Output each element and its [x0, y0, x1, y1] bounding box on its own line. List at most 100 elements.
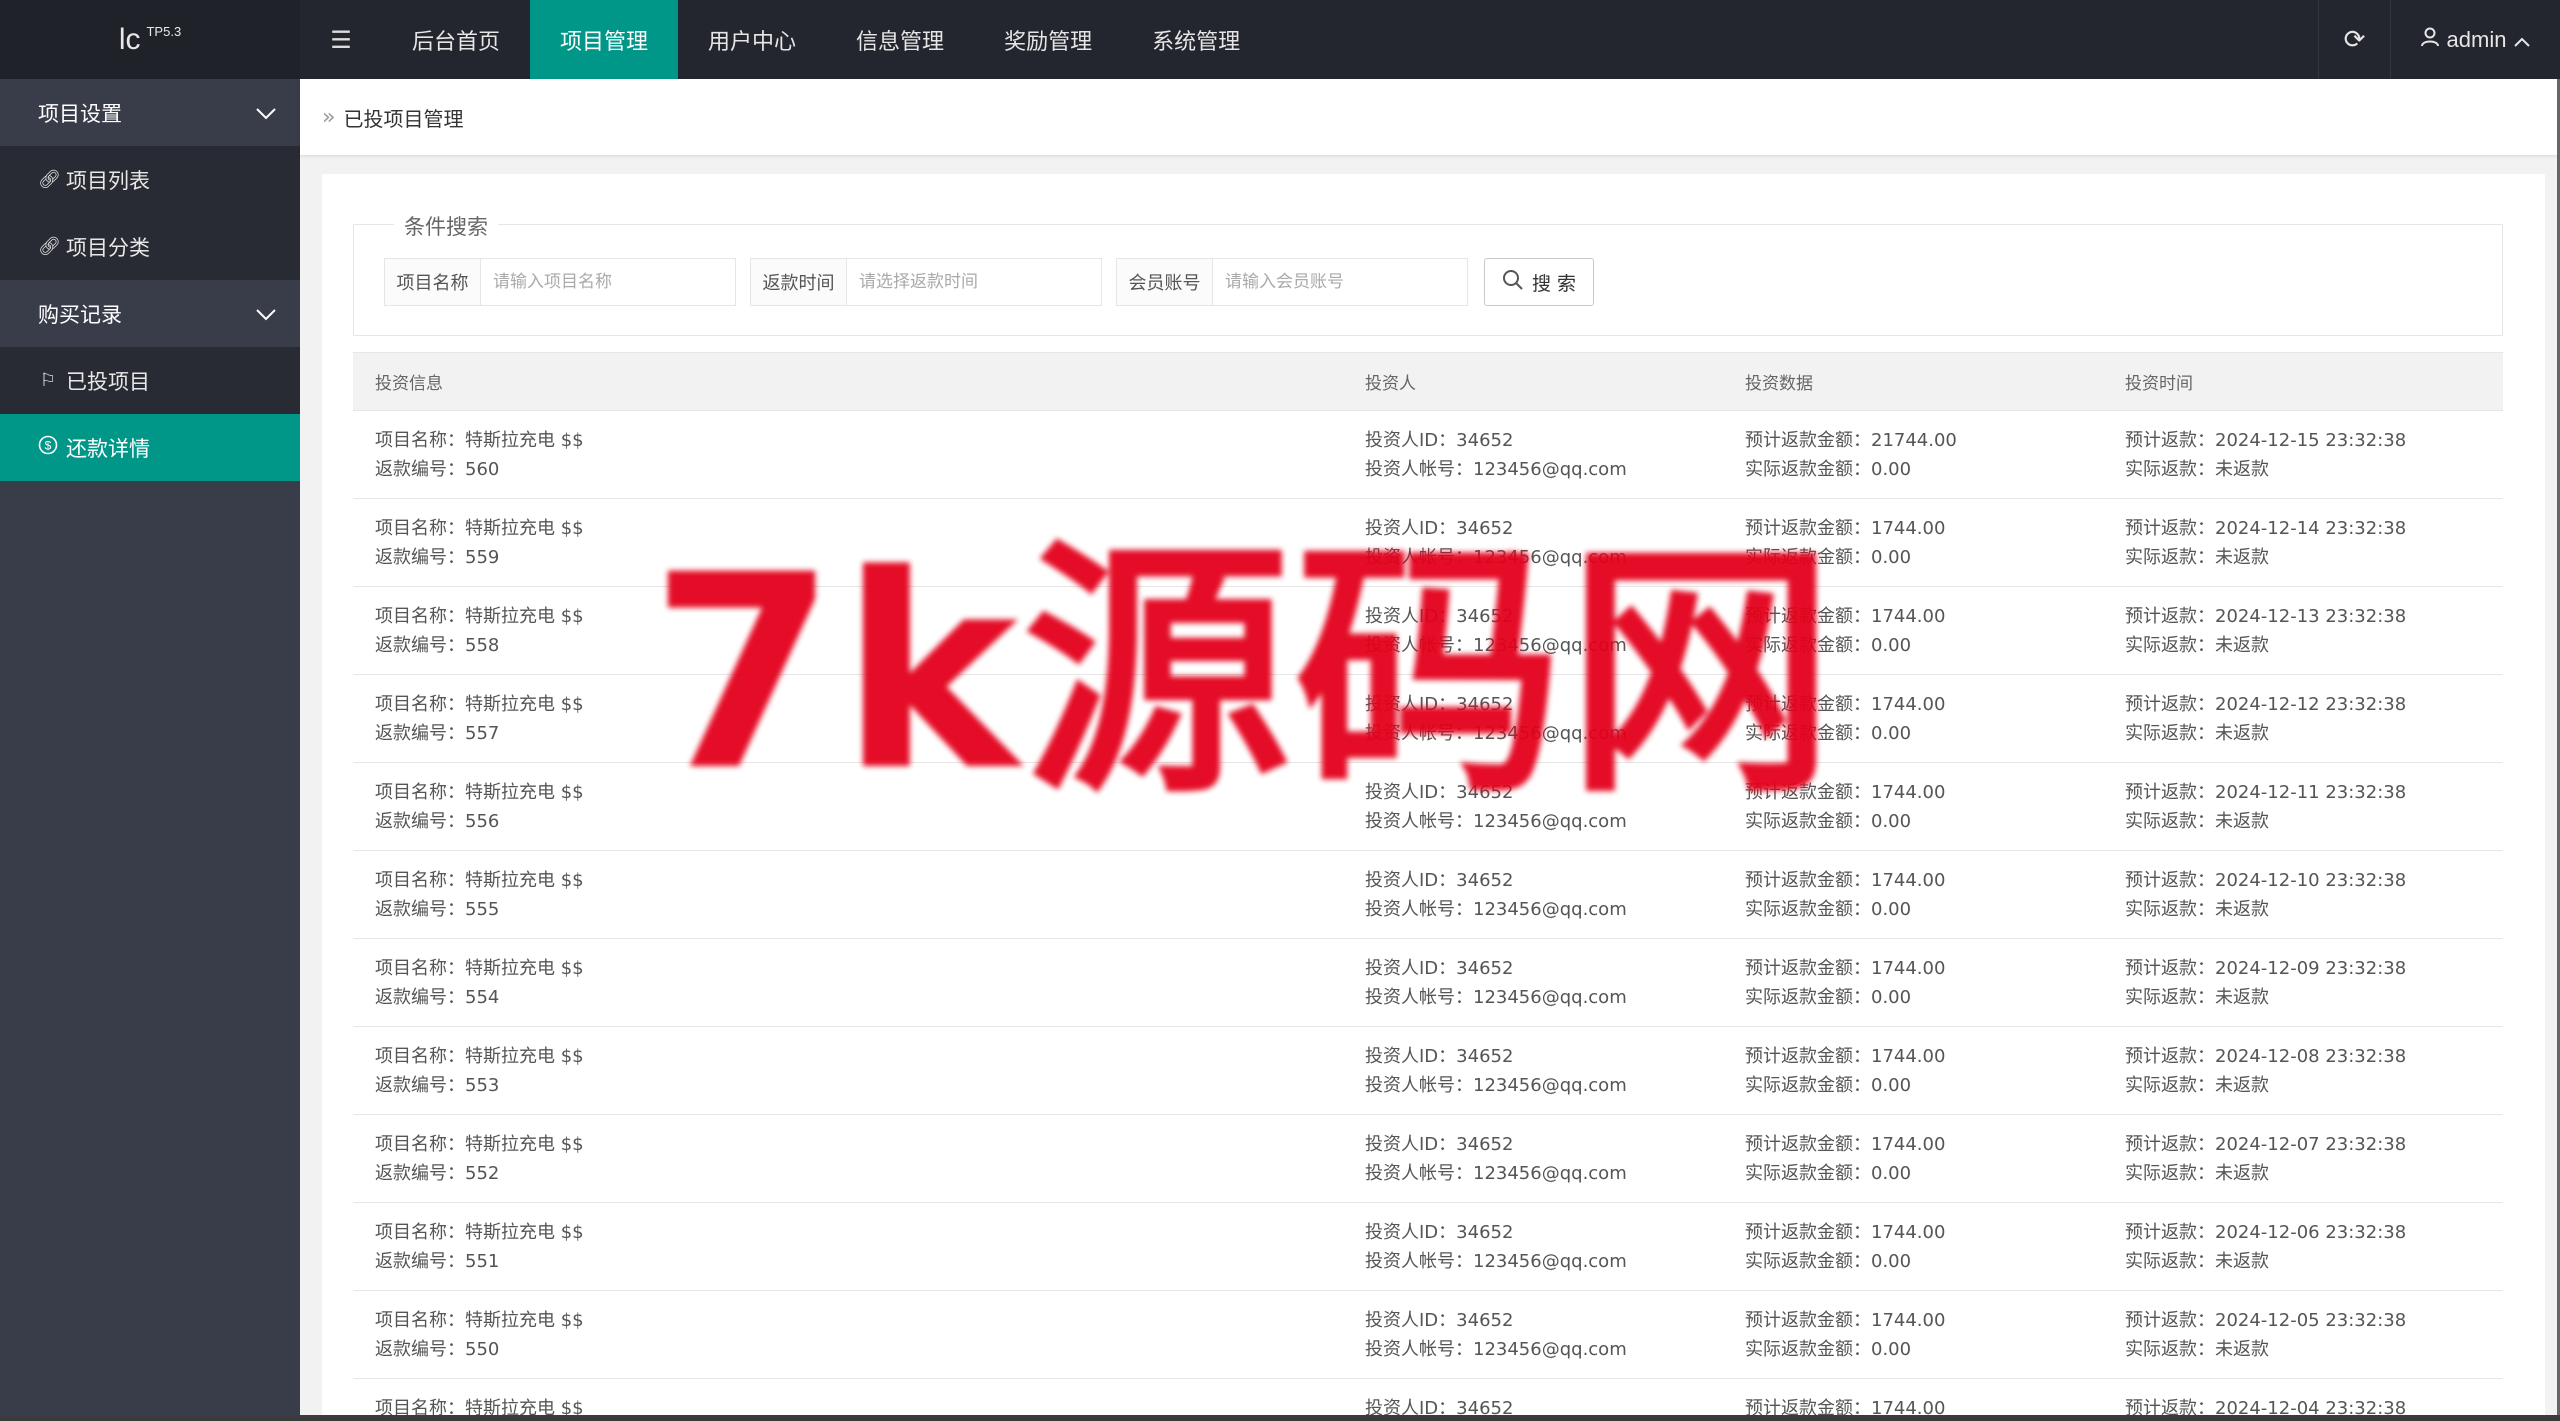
cell-text: 项目名称：特斯拉充电 $$ [375, 693, 584, 715]
user-menu[interactable]: admin [2390, 0, 2560, 79]
cell-text: 实际返款：未返款 [2125, 1338, 2269, 1360]
bottom-bar [0, 1415, 2560, 1421]
column-header: 投资时间 [2125, 374, 2193, 394]
cell-text: 预计返款金额：1744.00 [1745, 517, 1946, 539]
table-cell: 预计返款：2024-12-13 23:32:38 实际返款：未返款 [2125, 602, 2503, 660]
nav-item-rewards[interactable]: 奖励管理 [974, 0, 1122, 79]
field-label: 会员账号 [1117, 259, 1213, 305]
sidebar-item-project-list[interactable]: 🔗︎ 项目列表 [0, 146, 300, 213]
search-button[interactable]: 搜 索 [1484, 258, 1594, 306]
sidebar-group-purchase-records[interactable]: 购买记录 [0, 280, 300, 347]
member-account-input[interactable] [1213, 259, 1467, 305]
cell-text: 投资人ID：34652 [1365, 517, 1514, 539]
cell-text: 实际返款：未返款 [2125, 458, 2269, 480]
sidebar-item-repayment-details[interactable]: $ 还款详情 [0, 414, 300, 481]
logo[interactable]: lc TP5.3 [0, 0, 300, 79]
hamburger-icon[interactable]: ☰ [300, 0, 382, 79]
repay-time-field: 返款时间 [750, 258, 1102, 306]
nav-item-users[interactable]: 用户中心 [678, 0, 826, 79]
cell-text: 投资人ID：34652 [1365, 693, 1514, 715]
nav-item-home[interactable]: 后台首页 [382, 0, 530, 79]
cell-text: 实际返款：未返款 [2125, 898, 2269, 920]
cell-text: 实际返款金额：0.00 [1745, 1162, 1912, 1184]
table-cell: 预计返款：2024-12-15 23:32:38 实际返款：未返款 [2125, 426, 2503, 484]
cell-text: 实际返款：未返款 [2125, 810, 2269, 832]
nav-item-info[interactable]: 信息管理 [826, 0, 974, 79]
cell-text: 实际返款：未返款 [2125, 546, 2269, 568]
repay-time-input[interactable] [847, 259, 1101, 305]
cell-text: 投资人ID：34652 [1365, 957, 1514, 979]
cell-text: 预计返款：2024-12-10 23:32:38 [2125, 869, 2407, 891]
cell-text: 返款编号：555 [375, 898, 500, 920]
cell-text: 项目名称：特斯拉充电 $$ [375, 1309, 584, 1331]
cell-text: 投资人ID：34652 [1365, 781, 1514, 803]
cell-text: 投资人帐号：123456@qq.com [1365, 722, 1627, 744]
cell-text: 预计返款：2024-12-13 23:32:38 [2125, 605, 2407, 627]
project-name-input[interactable] [481, 259, 735, 305]
table-row: 项目名称：特斯拉充电 $$ 返款编号：554 投资人ID：34652 投资人帐号：12… [353, 939, 2503, 1027]
breadcrumb-current: 已投项目管理 [343, 106, 464, 131]
sidebar-item-invested-projects[interactable]: ⚐ 已投项目 [0, 347, 300, 414]
table-cell: 投资人ID：34652 投资人帐号：123456@qq.com [1365, 866, 1745, 924]
cell-text: 投资人帐号：123456@qq.com [1365, 810, 1627, 832]
table-header: 投资信息 投资人 投资数据 投资时间 [353, 353, 2503, 411]
table-cell: 投资人ID：34652 投资人帐号：123456@qq.com [1365, 778, 1745, 836]
table-cell: 项目名称：特斯拉充电 $$ 返款编号：551 [353, 1218, 1365, 1276]
field-label: 返款时间 [751, 259, 847, 305]
table-cell: 预计返款金额：1744.00 实际返款金额：0.00 [1745, 866, 2125, 924]
top-nav: 后台首页 项目管理 用户中心 信息管理 奖励管理 系统管理 [382, 0, 1270, 79]
cell-text: 投资人帐号：123456@qq.com [1365, 986, 1627, 1008]
sidebar-group-project-settings[interactable]: 项目设置 [0, 79, 300, 146]
cell-text: 投资人帐号：123456@qq.com [1365, 634, 1627, 656]
table-cell: 预计返款：2024-12-14 23:32:38 实际返款：未返款 [2125, 514, 2503, 572]
table-cell: 预计返款金额：1744.00 实际返款金额：0.00 [1745, 954, 2125, 1012]
table-cell: 投资人ID：34652 投资人帐号：123456@qq.com [1365, 602, 1745, 660]
link-icon: 🔗︎ [38, 169, 61, 190]
cell-text: 项目名称：特斯拉充电 $$ [375, 781, 584, 803]
cell-text: 预计返款：2024-12-05 23:32:38 [2125, 1309, 2407, 1331]
sidebar-item-label: 项目分类 [66, 235, 150, 260]
cell-text: 项目名称：特斯拉充电 $$ [375, 869, 584, 891]
table-row: 项目名称：特斯拉充电 $$ 返款编号：558 投资人ID：34652 投资人帐号：12… [353, 587, 2503, 675]
cell-text: 投资人帐号：123456@qq.com [1365, 1074, 1627, 1096]
column-header: 投资人 [1365, 374, 1416, 394]
table-cell: 投资人ID：34652 投资人帐号：123456@qq.com [1365, 1130, 1745, 1188]
sidebar-item-label: 还款详情 [66, 436, 150, 461]
table-cell: 投资人ID：34652 投资人帐号：123456@qq.com [1365, 954, 1745, 1012]
table-row: 项目名称：特斯拉充电 $$ 返款编号：556 投资人ID：34652 投资人帐号：12… [353, 763, 2503, 851]
table-cell: 预计返款金额：1744.00 实际返款金额：0.00 [1745, 1130, 2125, 1188]
cell-text: 实际返款：未返款 [2125, 1162, 2269, 1184]
cell-text: 投资人帐号：123456@qq.com [1365, 898, 1627, 920]
sidebar-item-project-category[interactable]: 🔗︎ 项目分类 [0, 213, 300, 280]
sidebar-item-label: 已投项目 [66, 369, 150, 394]
cell-text: 预计返款：2024-12-15 23:32:38 [2125, 429, 2407, 451]
cell-text: 实际返款：未返款 [2125, 634, 2269, 656]
table-cell: 项目名称：特斯拉充电 $$ 返款编号：559 [353, 514, 1365, 572]
cell-text: 投资人帐号：123456@qq.com [1365, 1250, 1627, 1272]
project-name-field: 项目名称 [384, 258, 736, 306]
cell-text: 返款编号：559 [375, 546, 500, 568]
logo-version: TP5.3 [146, 24, 182, 39]
cell-text: 预计返款：2024-12-14 23:32:38 [2125, 517, 2407, 539]
search-fieldset: 条件搜索 项目名称 返款时间 会员账号 搜 索 [353, 211, 2503, 336]
table-cell: 项目名称：特斯拉充电 $$ 返款编号：556 [353, 778, 1365, 836]
refresh-icon[interactable]: ⟳ [2318, 0, 2390, 79]
table-row: 项目名称：特斯拉充电 $$ 返款编号：550 投资人ID：34652 投资人帐号：12… [353, 1291, 2503, 1379]
main-panel: 条件搜索 项目名称 返款时间 会员账号 搜 索 投资信息 投资人 投资数据 投资… [322, 174, 2545, 1421]
table-cell: 投资人ID：34652 投资人帐号：123456@qq.com [1365, 690, 1745, 748]
nav-item-projects[interactable]: 项目管理 [530, 0, 679, 79]
table-cell: 预计返款金额：1744.00 实际返款金额：0.00 [1745, 1306, 2125, 1364]
table-cell: 项目名称：特斯拉充电 $$ 返款编号：560 [353, 426, 1365, 484]
sidebar-group-label: 购买记录 [38, 302, 122, 327]
cell-text: 投资人ID：34652 [1365, 869, 1514, 891]
cell-text: 实际返款金额：0.00 [1745, 810, 1912, 832]
cell-text: 实际返款金额：0.00 [1745, 898, 1912, 920]
nav-item-system[interactable]: 系统管理 [1122, 0, 1270, 79]
cell-text: 预计返款：2024-12-12 23:32:38 [2125, 693, 2407, 715]
table-cell: 预计返款金额：1744.00 实际返款金额：0.00 [1745, 1218, 2125, 1276]
table-cell: 预计返款：2024-12-10 23:32:38 实际返款：未返款 [2125, 866, 2503, 924]
table-cell: 预计返款：2024-12-11 23:32:38 实际返款：未返款 [2125, 778, 2503, 836]
cell-text: 项目名称：特斯拉充电 $$ [375, 517, 584, 539]
cell-text: 预计返款金额：1744.00 [1745, 1045, 1946, 1067]
field-label: 项目名称 [385, 259, 481, 305]
